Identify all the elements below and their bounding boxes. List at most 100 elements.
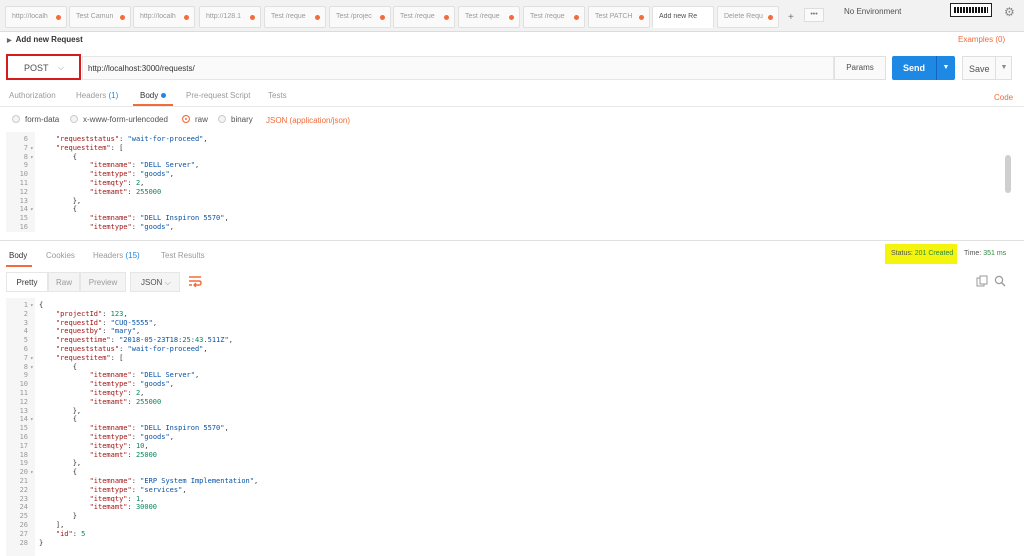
line-number: 22 (19, 485, 28, 494)
code-line: 7 ▾ "requestitem": [ (6, 354, 1006, 363)
code-text: "itemname": "DELL Inspiron 5570", (89, 424, 229, 433)
time-label: Time: (964, 250, 982, 257)
request-tab[interactable]: Add new Re (652, 6, 714, 28)
response-tab-body[interactable]: Body (9, 251, 27, 260)
save-button[interactable]: Save ▼ (962, 56, 1012, 80)
url-input[interactable]: http://localhost:3000/requests/ (82, 56, 834, 80)
request-editor-scrollbar[interactable] (1005, 155, 1011, 193)
params-button[interactable]: Params (834, 56, 886, 80)
response-tab-cookies[interactable]: Cookies (46, 251, 75, 260)
fold-arrow-icon[interactable]: ▾ (30, 363, 34, 372)
preview-button[interactable]: Preview (80, 272, 126, 292)
active-response-tab-indicator (6, 265, 32, 267)
unsaved-dot-icon (315, 15, 320, 20)
radio-binary[interactable]: binary (218, 115, 253, 124)
fold-arrow-icon[interactable]: ▾ (30, 415, 34, 424)
response-tab-headers[interactable]: Headers (15) (93, 251, 140, 260)
code-text: "itemname": "DELL Server", (89, 371, 200, 380)
response-format-select[interactable]: JSON ⌵ (130, 272, 180, 292)
new-tab-button[interactable]: + (788, 12, 794, 23)
brand-logo (950, 3, 992, 17)
wrap-lines-icon[interactable] (188, 275, 202, 287)
request-tab[interactable]: http://localh (133, 6, 195, 28)
tab-headers[interactable]: Headers (1) (76, 91, 118, 100)
pretty-button[interactable]: Pretty (6, 272, 48, 292)
content-type-select[interactable]: JSON (application/json) (266, 116, 350, 125)
code-line: 18 "itemamt": 25000 (6, 451, 1006, 460)
request-tab-bar: http://localh Test Camun http://localh http… (0, 0, 1024, 32)
code-line: 9 "itemname": "DELL Server", (6, 371, 1006, 380)
raw-button[interactable]: Raw (48, 272, 80, 292)
code-line: 13 }, (6, 407, 1006, 416)
code-text: "itemtype": "services", (89, 485, 187, 494)
method-select[interactable]: POST ⌵ (6, 54, 81, 80)
tab-body[interactable]: Body (140, 91, 167, 100)
save-dropdown-chevron-icon[interactable]: ▼ (995, 57, 1012, 79)
request-tab[interactable]: Test /projec (329, 6, 391, 28)
settings-gear-icon[interactable]: ⚙ (1004, 5, 1015, 19)
request-tab[interactable]: Test /reque (458, 6, 520, 28)
fold-arrow-icon[interactable]: ▾ (30, 468, 34, 477)
request-tab[interactable]: Test /reque (393, 6, 455, 28)
environment-selector[interactable]: No Environment (836, 2, 948, 20)
line-number: 9 (23, 371, 28, 380)
request-tab[interactable]: http://localh (5, 6, 67, 28)
code-link[interactable]: Code (994, 93, 1013, 102)
code-line: 14 ▾ { (6, 205, 1006, 214)
code-text: { (39, 205, 77, 214)
line-number: 8 (23, 362, 28, 371)
request-tab[interactable]: Test /reque (264, 6, 326, 28)
request-tab[interactable]: Delete Requ (717, 6, 779, 28)
unsaved-dot-icon (56, 15, 61, 20)
fold-arrow-icon[interactable]: ▾ (30, 205, 34, 214)
unsaved-dot-icon (250, 15, 255, 20)
response-tab-test-results[interactable]: Test Results (161, 251, 205, 260)
unsaved-dot-icon (444, 15, 449, 20)
radio-raw[interactable]: raw (182, 115, 208, 124)
response-body-editor[interactable]: 1 ▾{2 "projectId": 123, 3 "requestId": "CU… (6, 298, 1016, 556)
line-number: 14 (19, 415, 28, 424)
line-number: 15 (19, 424, 28, 433)
more-tabs-button[interactable]: ••• (804, 8, 824, 22)
tab-tests[interactable]: Tests (268, 91, 287, 100)
line-number: 5 (23, 336, 28, 345)
request-tab-label: Test Camun (76, 13, 114, 20)
request-name-header[interactable]: ▶ Add new Request (7, 35, 83, 44)
fold-arrow-icon[interactable]: ▾ (30, 354, 34, 363)
headers-count: (1) (108, 91, 119, 100)
tab-authorization[interactable]: Authorization (9, 91, 56, 100)
line-number: 21 (19, 477, 28, 485)
code-line: 13 }, (6, 197, 1006, 206)
method-label: POST (24, 63, 49, 73)
tab-pre-request-script[interactable]: Pre-request Script (186, 91, 250, 100)
fold-arrow-icon[interactable]: ▾ (30, 144, 34, 153)
radio-label: x-www-form-urlencoded (83, 115, 168, 124)
request-tab-label: http://128.1 (206, 13, 242, 20)
radio-form-data[interactable]: form-data (12, 115, 59, 124)
send-button[interactable]: Send ▼ (892, 56, 955, 80)
fold-arrow-icon[interactable]: ▾ (30, 153, 34, 162)
request-tab[interactable]: Test /reque (523, 6, 585, 28)
examples-dropdown[interactable]: Examples (0) (958, 35, 1005, 44)
code-text: { (39, 152, 77, 161)
radio-urlencoded[interactable]: x-www-form-urlencoded (70, 115, 168, 124)
copy-icon[interactable] (976, 275, 988, 287)
fold-arrow-icon[interactable]: ▾ (30, 301, 34, 310)
line-number: 17 (19, 441, 28, 450)
search-icon[interactable] (994, 275, 1006, 287)
request-tab[interactable]: Test PATCH (588, 6, 650, 28)
line-number: 6 (23, 135, 28, 143)
radio-selected-icon (182, 115, 190, 123)
line-number: 3 (23, 318, 28, 327)
request-tab[interactable]: http://128.1 (199, 6, 261, 28)
request-body-editor[interactable]: 6 "requeststatus": "wait-for-proceed", 7 ▾… (6, 132, 1016, 232)
code-line: 14 ▾ { (6, 415, 1006, 424)
line-number: 1 (23, 301, 28, 309)
time-value: 351 ms (983, 250, 1007, 257)
request-tab-label: Test /reque (271, 13, 306, 20)
send-dropdown-chevron-icon[interactable]: ▼ (936, 56, 955, 80)
code-text: "itemamt": 255000 (89, 187, 162, 196)
line-number: 10 (19, 380, 28, 389)
request-tab[interactable]: Test Camun (69, 6, 131, 28)
request-tab-label: Test /projec (336, 13, 372, 20)
